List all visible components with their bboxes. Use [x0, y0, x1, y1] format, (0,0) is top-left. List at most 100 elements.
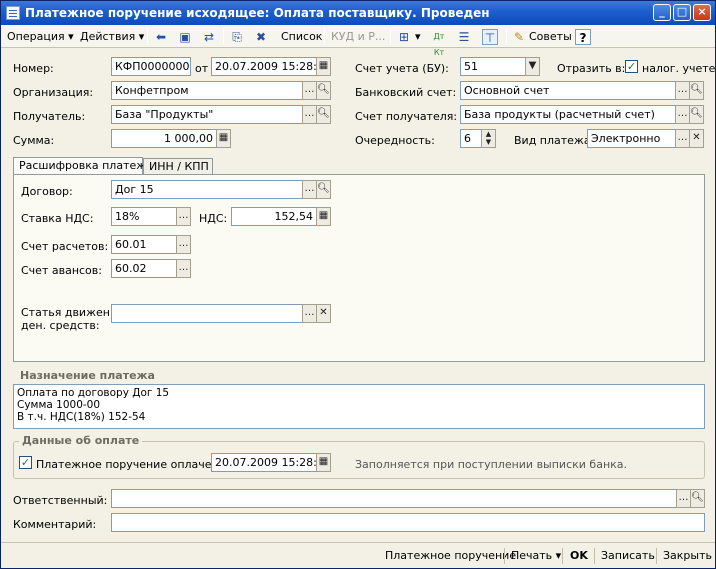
sum-field[interactable]: 1 000,00 [111, 129, 217, 148]
payment-type-field[interactable]: Электронно [587, 129, 677, 148]
open-icon[interactable]: 🔍︎ [689, 105, 704, 124]
document-window: Платежное поручение исходящее: Оплата по… [0, 0, 716, 569]
paid-checkbox[interactable]: ✓ [19, 456, 32, 469]
open-icon[interactable]: 🔍︎ [690, 489, 705, 508]
help-icon[interactable]: ? [575, 29, 591, 45]
toolbar-separator [324, 29, 325, 44]
clear-icon[interactable]: ✕ [689, 129, 704, 148]
bank-account-field[interactable]: Основной счет [460, 81, 676, 100]
select-button[interactable]: … [302, 105, 317, 124]
calendar-icon[interactable]: ▦ [316, 57, 331, 76]
number-field[interactable]: КФП00000001 [111, 57, 191, 76]
select-button[interactable]: … [176, 207, 191, 226]
open-icon[interactable]: 🔍︎ [316, 105, 331, 124]
priority-stepper[interactable]: ▲ ▼ [481, 129, 496, 148]
ok-button[interactable]: OK [570, 547, 588, 565]
comment-field[interactable] [111, 513, 705, 532]
list-button[interactable]: Список [281, 28, 322, 45]
select-button[interactable]: … [302, 180, 317, 199]
toolbar: Операция ▾ Действия ▾ ⬅ ▣ ⇄ ⎘ ✖ Список К… [1, 25, 715, 57]
payment-data-title: Данные об оплате [19, 434, 143, 447]
report-icon[interactable]: ☰ [456, 29, 472, 45]
close-button[interactable]: × [693, 4, 711, 21]
responsible-label: Ответственный: [13, 494, 108, 507]
select-button[interactable]: … [675, 105, 690, 124]
contract-label: Договор: [21, 185, 73, 198]
based-on-dropdown[interactable]: ▾ [415, 28, 421, 45]
structure-icon[interactable]: ⊤ [482, 29, 498, 45]
responsible-field[interactable] [111, 489, 677, 508]
number-label: Номер: [13, 62, 54, 75]
select-button[interactable]: … [675, 129, 690, 148]
toolbar-separator [594, 548, 595, 564]
purpose-line: Сумма 1000-00 [17, 399, 101, 411]
sum-label: Сумма: [13, 134, 55, 147]
delete-document-icon[interactable]: ✖ [253, 29, 269, 45]
tips-button[interactable]: Советы [529, 28, 572, 45]
maximize-button[interactable]: □ [673, 4, 691, 21]
debit-credit-icon[interactable]: Дт Кт [431, 29, 447, 57]
paid-date-field[interactable]: 20.07.2009 15:28:49 [211, 453, 317, 472]
purpose-line: Оплата по договору Дог 15 [17, 387, 170, 399]
purpose-textarea[interactable]: Оплата по договору Дог 15 Сумма 1000-00 … [13, 384, 705, 429]
date-field[interactable]: 20.07.2009 15:28:49 [211, 57, 317, 76]
save-button[interactable]: Записать [601, 547, 655, 565]
advance-account-label: Счет авансов: [21, 264, 102, 277]
open-icon[interactable]: 🔍︎ [689, 81, 704, 100]
select-button[interactable]: … [176, 259, 191, 278]
chevron-down-icon[interactable]: ▼ [525, 57, 540, 76]
from-label: от [195, 62, 209, 75]
tab-payment-breakdown[interactable]: Расшифровка платежа [13, 157, 153, 175]
open-icon[interactable]: 🔍︎ [316, 180, 331, 199]
priority-label: Очередность: [355, 134, 435, 147]
minimize-button[interactable]: _ [653, 4, 671, 21]
print-form-button[interactable]: Платежное поручение [385, 547, 516, 565]
vat-rate-field[interactable]: 18% [111, 207, 177, 226]
select-button[interactable]: … [675, 81, 690, 100]
calculator-icon[interactable]: ▦ [216, 129, 231, 148]
kud-button[interactable]: КУД и Р... [331, 28, 385, 45]
calculator-icon[interactable]: ▦ [316, 207, 331, 226]
vat-field[interactable]: 152,54 [231, 207, 317, 226]
toolbar-separator [656, 548, 657, 564]
cashflow-field[interactable] [111, 304, 303, 323]
open-icon[interactable]: 🔍︎ [316, 81, 331, 100]
calendar-icon[interactable]: ▦ [316, 453, 331, 472]
copy-document-icon[interactable]: ⎘ [229, 29, 245, 45]
tab-inn-kpp[interactable]: ИНН / КПП [143, 158, 213, 175]
arrow-left-icon[interactable]: ⬅ [153, 29, 169, 45]
window-title: Платежное поручение исходящее: Оплата по… [25, 6, 490, 20]
payment-type-label: Вид платежа: [514, 134, 595, 147]
operation-menu[interactable]: Операция ▾ [7, 28, 74, 45]
contract-field[interactable]: Дог 15 [111, 180, 303, 199]
select-button[interactable]: … [176, 235, 191, 254]
tax-accounting-checkbox[interactable]: ✓ [625, 60, 638, 73]
recipient-account-field[interactable]: База продукты (расчетный счет) [460, 105, 676, 124]
tips-icon[interactable]: ✎ [511, 29, 527, 45]
paid-label: Платежное поручение оплачено: [36, 458, 230, 471]
post-document-icon[interactable]: ▣ [177, 29, 193, 45]
document-icon [6, 6, 20, 20]
priority-field[interactable]: 6 [460, 129, 482, 148]
vat-label: НДС: [199, 212, 228, 225]
account-field[interactable]: 51 [460, 57, 526, 76]
arrows-swap-icon[interactable]: ⇄ [201, 29, 217, 45]
organization-field[interactable]: Конфетпром [111, 81, 303, 100]
settlement-account-field[interactable]: 60.01 [111, 235, 177, 254]
based-on-icon[interactable]: ⊞ [396, 29, 412, 45]
recipient-label: Получатель: [13, 110, 86, 123]
select-button[interactable]: … [302, 304, 317, 323]
advance-account-field[interactable]: 60.02 [111, 259, 177, 278]
select-button[interactable]: … [302, 81, 317, 100]
bottom-bar: Платежное поручение Печать ▾ OK Записать… [1, 542, 715, 568]
recipient-field[interactable]: База "Продукты" [111, 105, 303, 124]
print-menu[interactable]: Печать ▾ [511, 547, 561, 565]
vat-rate-label: Ставка НДС: [21, 212, 94, 225]
toolbar-separator [562, 548, 563, 564]
actions-menu[interactable]: Действия ▾ [80, 28, 144, 45]
select-button[interactable]: … [676, 489, 691, 508]
clear-icon[interactable]: ✕ [316, 304, 331, 323]
settlement-account-label: Счет расчетов: [21, 240, 109, 253]
close-form-button[interactable]: Закрыть [663, 547, 712, 565]
cashflow-label-2: ден. средств: [21, 319, 100, 332]
